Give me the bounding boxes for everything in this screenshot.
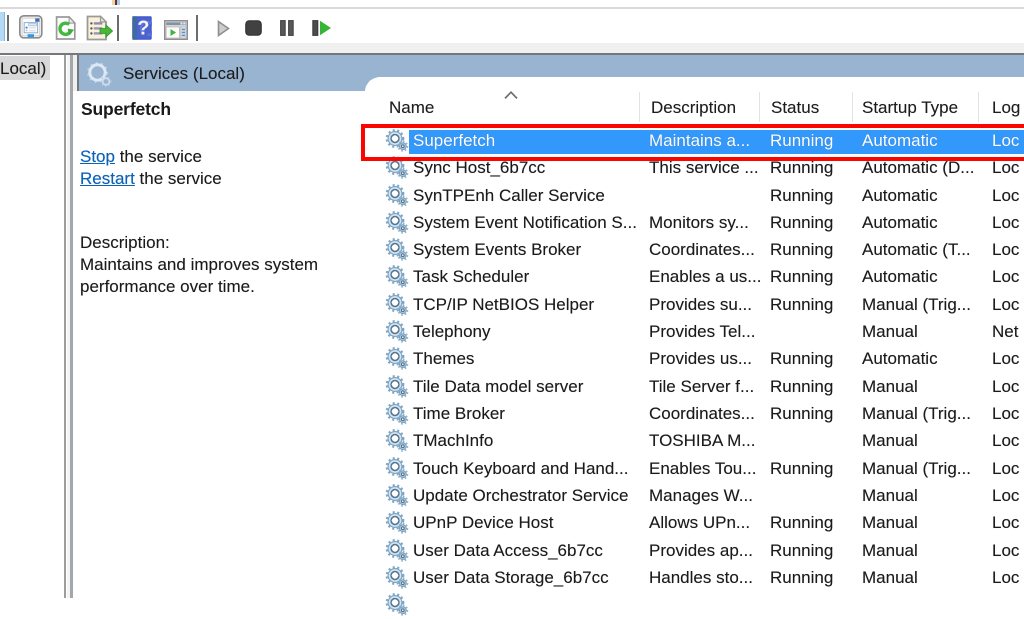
svg-text:?: ? xyxy=(137,18,149,40)
